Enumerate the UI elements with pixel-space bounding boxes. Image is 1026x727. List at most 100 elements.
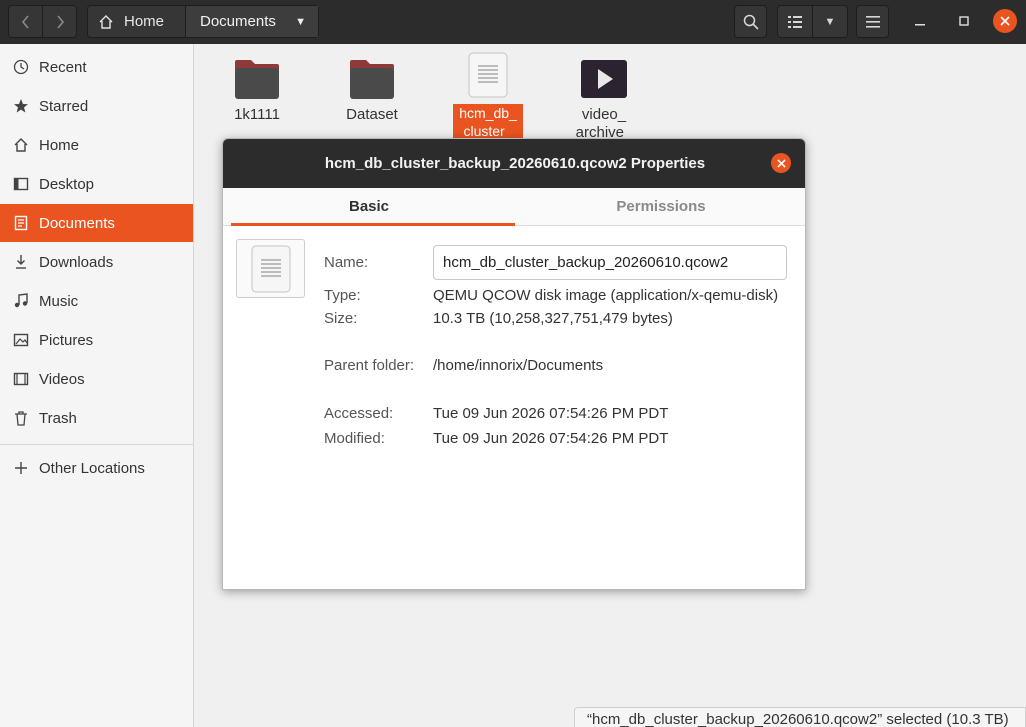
size-value: 10.3 TB (10,258,327,751,479 bytes)	[433, 310, 673, 327]
minimize-button[interactable]	[908, 9, 932, 33]
sidebar: Recent Starred Home Desktop Documents Do…	[0, 44, 194, 727]
accessed-value: Tue 09 Jun 2026 07:54:26 PM PDT	[433, 405, 669, 422]
chevron-right-icon	[56, 14, 64, 29]
chevron-left-icon	[21, 14, 29, 29]
sidebar-item-pictures[interactable]: Pictures	[0, 321, 193, 359]
star-icon	[13, 98, 29, 114]
path-current-label: Documents	[200, 13, 276, 30]
sidebar-item-videos[interactable]: Videos	[0, 360, 193, 398]
modified-label: Modified:	[324, 430, 385, 447]
search-icon	[743, 14, 759, 30]
sidebar-item-label: Music	[39, 292, 79, 310]
document-icon	[13, 215, 29, 231]
navigation-buttons	[8, 5, 77, 38]
sidebar-item-label: Home	[39, 136, 80, 154]
file-name-line: cluster_	[463, 123, 513, 139]
sidebar-item-label: Starred	[39, 97, 89, 115]
sidebar-item-trash[interactable]: Trash	[0, 399, 193, 437]
list-view-icon	[788, 15, 802, 28]
properties-dialog: hcm_db_cluster_backup_20260610.qcow2 Pro…	[222, 138, 806, 590]
status-bar: “hcm_db_cluster_backup_20260610.qcow2” s…	[574, 707, 1026, 727]
file-item-video[interactable]: video_ archive_	[554, 48, 654, 142]
file-name: 1k1111	[234, 106, 280, 123]
type-value: QEMU QCOW disk image (application/x-qemu…	[433, 287, 779, 304]
dialog-tabs: Basic Permissions	[223, 188, 805, 226]
modified-value: Tue 09 Jun 2026 07:54:26 PM PDT	[433, 430, 669, 447]
menu-button[interactable]	[856, 5, 889, 38]
file-item-selected[interactable]: hcm_db_ cluster_	[438, 48, 538, 141]
sidebar-item-other-locations[interactable]: Other Locations	[0, 449, 193, 487]
parent-folder-value[interactable]: /home/innorix/Documents	[433, 357, 603, 374]
sidebar-item-recent[interactable]: Recent	[0, 48, 193, 86]
close-window-button[interactable]	[993, 9, 1017, 33]
view-dropdown-button[interactable]: ▼	[812, 6, 847, 37]
file-item-folder[interactable]: Dataset	[322, 48, 422, 124]
clock-icon	[13, 59, 29, 75]
home-icon	[99, 14, 113, 29]
music-icon	[13, 293, 29, 309]
file-name: Dataset	[346, 106, 398, 123]
plus-icon	[13, 460, 29, 476]
maximize-icon	[959, 16, 969, 26]
sidebar-item-home[interactable]: Home	[0, 126, 193, 164]
type-label: Type:	[324, 287, 361, 304]
sidebar-item-label: Pictures	[39, 331, 94, 349]
header-bar: Home Documents ▼ ▼	[0, 0, 1026, 44]
sidebar-item-documents[interactable]: Documents	[0, 204, 193, 242]
close-icon	[776, 158, 786, 168]
text-file-icon	[251, 245, 290, 292]
name-label: Name:	[324, 254, 369, 271]
text-file-icon	[468, 52, 508, 98]
path-home-button[interactable]: Home	[88, 6, 185, 37]
chevron-down-icon: ▼	[295, 15, 306, 28]
file-name-selected: hcm_db_ cluster_	[453, 104, 523, 140]
sidebar-divider	[0, 444, 193, 445]
sidebar-item-starred[interactable]: Starred	[0, 87, 193, 125]
sidebar-item-label: Desktop	[39, 175, 95, 193]
accessed-label: Accessed:	[324, 405, 394, 422]
sidebar-item-label: Other Locations	[39, 459, 145, 477]
sidebar-item-label: Downloads	[39, 253, 114, 271]
chevron-down-icon: ▼	[824, 15, 836, 28]
sidebar-item-music[interactable]: Music	[0, 282, 193, 320]
hamburger-icon	[865, 15, 880, 28]
dialog-close-button[interactable]	[771, 153, 791, 173]
path-bar: Home Documents ▼	[87, 5, 319, 38]
view-options: ▼	[777, 5, 848, 38]
search-button[interactable]	[734, 5, 767, 38]
sidebar-item-downloads[interactable]: Downloads	[0, 243, 193, 281]
name-field[interactable]	[433, 245, 787, 280]
file-thumbnail	[236, 239, 305, 298]
dialog-title: hcm_db_cluster_backup_20260610.qcow2 Pro…	[223, 139, 805, 188]
sidebar-item-label: Recent	[39, 58, 87, 76]
trash-icon	[13, 410, 29, 426]
minimize-icon	[915, 24, 925, 26]
tab-permissions[interactable]: Permissions	[515, 188, 805, 225]
list-view-button[interactable]	[778, 6, 812, 37]
forward-button[interactable]	[42, 6, 76, 37]
sidebar-item-label: Videos	[39, 370, 85, 388]
close-icon	[1000, 16, 1010, 26]
download-icon	[13, 254, 29, 270]
sidebar-item-label: Trash	[39, 409, 77, 427]
desktop-icon	[13, 176, 29, 192]
parent-folder-label: Parent folder:	[324, 357, 415, 374]
file-name: video_ archive_	[554, 106, 654, 142]
tab-basic[interactable]: Basic	[223, 188, 515, 226]
back-button[interactable]	[9, 6, 42, 37]
sidebar-item-label: Documents	[39, 214, 115, 232]
videos-icon	[13, 371, 29, 387]
pictures-icon	[13, 332, 29, 348]
file-name-line: hcm_db_	[459, 105, 517, 121]
folder-icon	[233, 58, 281, 100]
folder-icon	[348, 58, 396, 100]
size-label: Size:	[324, 310, 358, 327]
home-icon	[13, 137, 29, 153]
video-icon	[580, 58, 628, 100]
file-name-line: video_	[581, 106, 627, 123]
file-item-folder[interactable]: 1k1111	[207, 48, 307, 124]
path-home-label: Home	[124, 13, 165, 30]
maximize-button[interactable]	[952, 9, 976, 33]
sidebar-item-desktop[interactable]: Desktop	[0, 165, 193, 203]
path-current-button[interactable]: Documents ▼	[185, 6, 318, 37]
